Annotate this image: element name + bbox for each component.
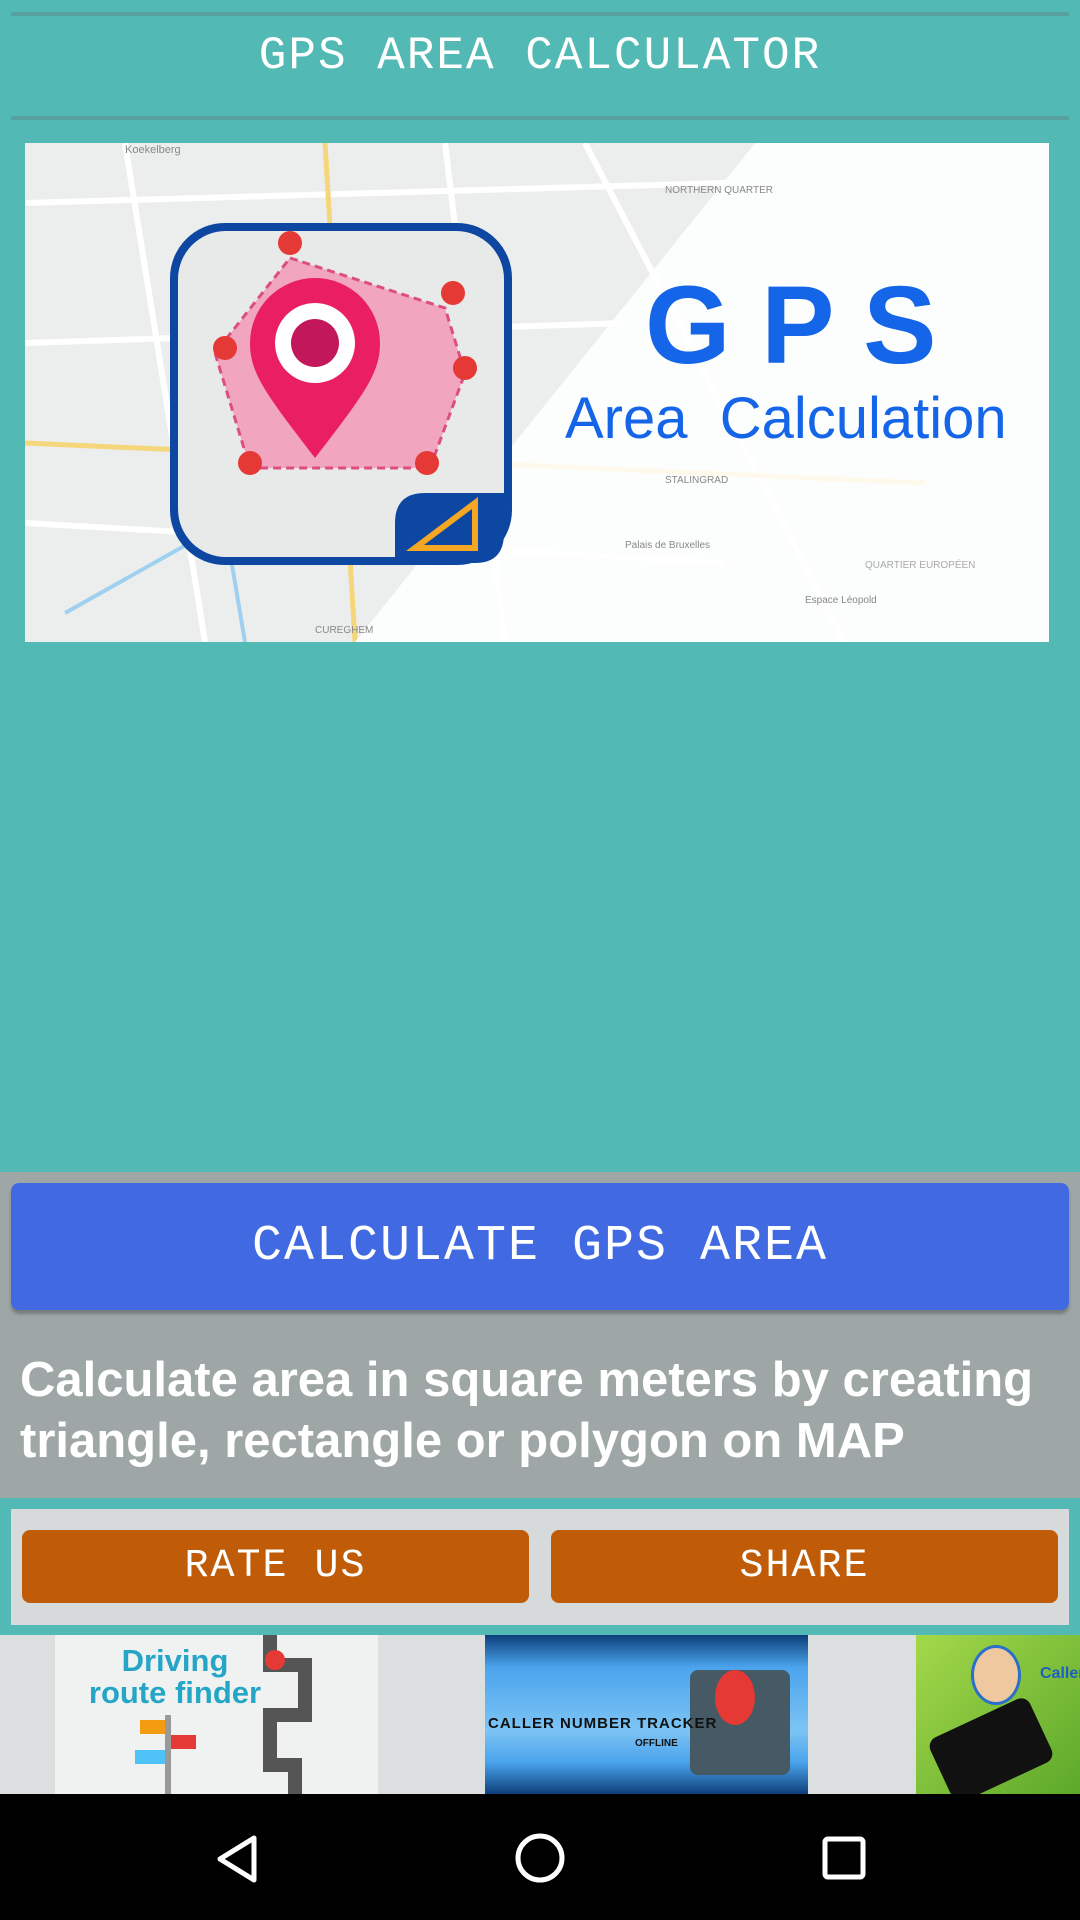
map-label: STALINGRAD xyxy=(665,475,728,486)
map-label: Koekelberg xyxy=(125,144,181,156)
banner-subline: Area Calculation xyxy=(565,386,1007,451)
map-label: NORTHERN QUARTER xyxy=(665,185,773,196)
header-top-divider xyxy=(11,12,1069,16)
rate-us-button[interactable]: RATE US xyxy=(22,1530,529,1603)
map-label: Palais de Bruxelles xyxy=(625,540,710,551)
share-button[interactable]: SHARE xyxy=(551,1530,1058,1603)
ad-caller-number-tracker[interactable]: CALLER NUMBER TRACKER OFFLINE xyxy=(485,1635,808,1794)
map-label: CUREGHEM xyxy=(315,625,373,636)
back-icon[interactable] xyxy=(214,1834,260,1884)
calculate-gps-area-button[interactable]: CALCULATE GPS AREA xyxy=(11,1183,1069,1310)
home-icon[interactable] xyxy=(514,1832,566,1884)
recents-icon[interactable] xyxy=(821,1835,867,1881)
ad-title: Caller xyxy=(1040,1665,1080,1682)
ad-title: Driving xyxy=(121,1643,229,1678)
map-background: Koekelberg NORTHERN QUARTER STALINGRAD C… xyxy=(25,143,1049,642)
map-label: Espace Léopold xyxy=(805,595,877,606)
ad-subtitle: OFFLINE xyxy=(635,1738,678,1749)
banner-image: Koekelberg NORTHERN QUARTER STALINGRAD C… xyxy=(25,143,1049,642)
ad-strip: Driving route finder CALLER NUMBER TRACK… xyxy=(0,1635,1080,1794)
ad-subtitle: route finder xyxy=(88,1675,262,1710)
page-title: GPS AREA CALCULATOR xyxy=(258,30,822,82)
banner-headline: G P S xyxy=(645,264,936,387)
system-navigation-bar xyxy=(0,1794,1080,1920)
ad-caller[interactable]: Caller xyxy=(916,1635,1080,1794)
header-bottom-divider xyxy=(11,116,1069,120)
app-logo-icon xyxy=(170,223,512,565)
ad-driving-route-finder[interactable]: Driving route finder xyxy=(55,1635,378,1794)
ad-title: CALLER NUMBER TRACKER xyxy=(488,1715,718,1732)
map-label: QUARTIER EUROPÉEN xyxy=(865,558,975,571)
description-text: Calculate area in square meters by creat… xyxy=(20,1353,1034,1468)
